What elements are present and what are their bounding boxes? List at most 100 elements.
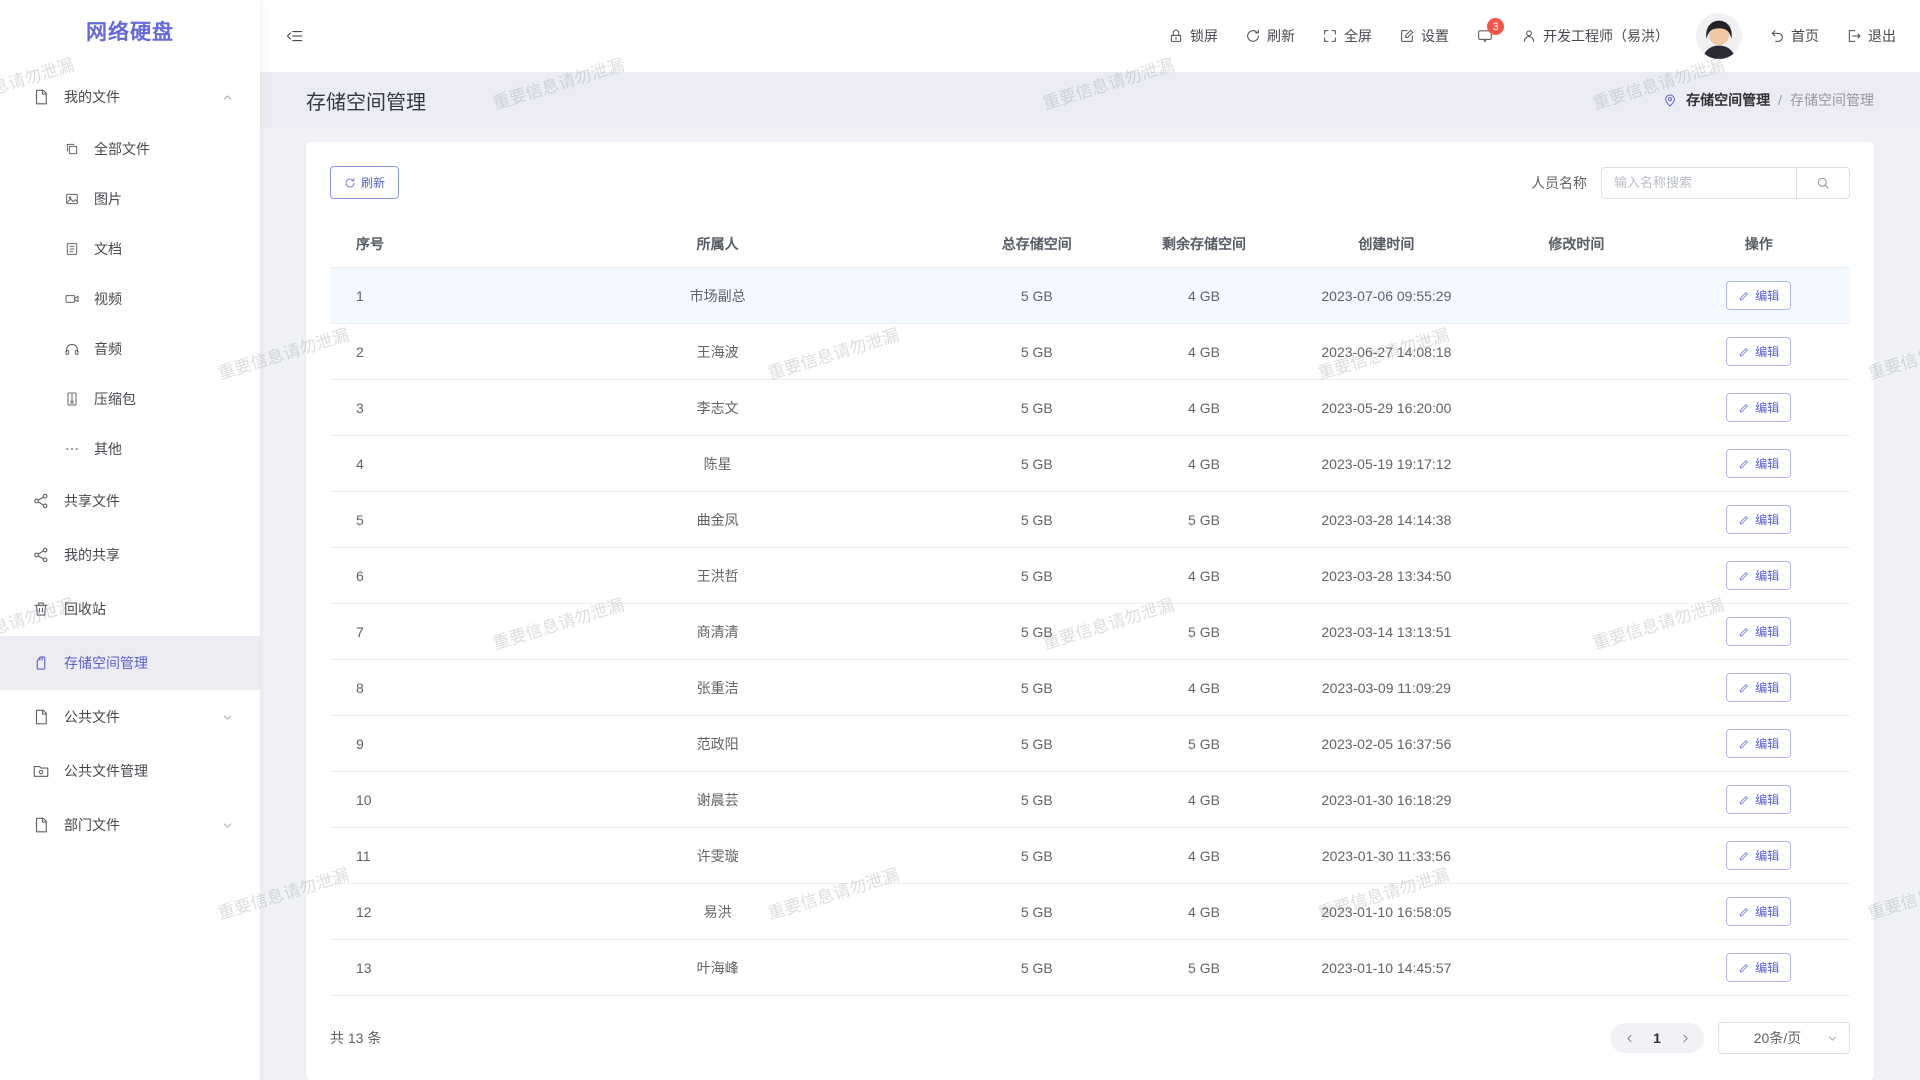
sidebar-item-public-files[interactable]: 公共文件: [0, 690, 260, 744]
refresh-button-topbar[interactable]: 刷新: [1245, 26, 1295, 46]
sidebar-item-my-shares[interactable]: 我的共享: [0, 528, 260, 582]
cell-total: 5 GB: [953, 660, 1120, 716]
cell-created: 2023-01-10 16:58:05: [1288, 884, 1486, 940]
fullscreen-button[interactable]: 全屏: [1322, 26, 1372, 46]
cell-remaining: 5 GB: [1120, 716, 1287, 772]
sidebar-item-dept-files[interactable]: 部门文件: [0, 798, 260, 852]
cell-modified: [1485, 268, 1667, 324]
cell-owner: 王海波: [482, 324, 953, 380]
sidebar-item-label: 共享文件: [64, 491, 120, 511]
sidebar-item-shared-files[interactable]: 共享文件: [0, 474, 260, 528]
sidebar-item-label: 回收站: [64, 599, 106, 619]
edit-button[interactable]: 编辑: [1726, 785, 1791, 814]
sidebar-collapse-button[interactable]: [286, 27, 304, 45]
refresh-table-button[interactable]: 刷新: [330, 166, 399, 199]
cell-created: 2023-02-05 16:37:56: [1288, 716, 1486, 772]
pencil-icon: [1738, 850, 1750, 862]
prev-page-button[interactable]: [1614, 1023, 1644, 1053]
lock-icon: [1168, 28, 1184, 44]
cell-modified: [1485, 604, 1667, 660]
edit-button[interactable]: 编辑: [1726, 337, 1791, 366]
main-area: 锁屏 刷新 全屏 设置 3: [260, 0, 1920, 1080]
edit-button[interactable]: 编辑: [1726, 841, 1791, 870]
pencil-icon: [1738, 682, 1750, 694]
cell-remaining: 5 GB: [1120, 604, 1287, 660]
table-row: 4 陈星 5 GB 4 GB 2023-05-19 19:17:12 编辑: [330, 436, 1850, 492]
next-page-button[interactable]: [1670, 1023, 1700, 1053]
sidebar: 网络硬盘 我的文件 全部文件 图片 文档 视频: [0, 0, 260, 1080]
cell-modified: [1485, 772, 1667, 828]
user-menu[interactable]: 开发工程师（易洪）: [1521, 26, 1669, 46]
cell-actions: 编辑: [1668, 492, 1850, 548]
avatar[interactable]: [1696, 13, 1742, 59]
notification-badge: 3: [1487, 18, 1504, 35]
pagination: 1 20条/页: [1610, 1022, 1850, 1054]
cell-created: 2023-05-29 16:20:00: [1288, 380, 1486, 436]
home-button[interactable]: 首页: [1769, 26, 1819, 46]
search-icon: [1815, 175, 1831, 191]
sidebar-item-videos[interactable]: 视频: [0, 274, 260, 324]
cell-modified: [1485, 660, 1667, 716]
content: 刷新 人员名称: [260, 128, 1920, 1080]
edit-button[interactable]: 编辑: [1726, 617, 1791, 646]
settings-button[interactable]: 设置: [1399, 26, 1449, 46]
sidebar-item-label: 我的文件: [64, 87, 120, 107]
cell-created: 2023-01-10 14:45:57: [1288, 940, 1486, 996]
cell-modified: [1485, 324, 1667, 380]
edit-label: 编辑: [1755, 511, 1779, 528]
sidebar-item-label: 公共文件: [64, 707, 120, 727]
cell-index: 11: [330, 828, 482, 884]
sidebar-item-others[interactable]: 其他: [0, 424, 260, 474]
sidebar-item-archives[interactable]: 压缩包: [0, 374, 260, 424]
logout-icon: [1846, 28, 1862, 44]
sidebar-item-label: 存储空间管理: [64, 653, 148, 673]
sidebar-item-all-files[interactable]: 全部文件: [0, 124, 260, 174]
cell-created: 2023-07-06 09:55:29: [1288, 268, 1486, 324]
cell-owner: 曲金凤: [482, 492, 953, 548]
trash-icon: [32, 600, 50, 618]
notifications-button[interactable]: 3: [1476, 27, 1494, 45]
edit-button[interactable]: 编辑: [1726, 281, 1791, 310]
sidebar-item-public-files-mgmt[interactable]: 公共文件管理: [0, 744, 260, 798]
current-page[interactable]: 1: [1644, 1030, 1670, 1046]
edit-button[interactable]: 编辑: [1726, 729, 1791, 758]
cell-index: 12: [330, 884, 482, 940]
page-size-select[interactable]: 20条/页: [1718, 1022, 1850, 1054]
cell-total: 5 GB: [953, 884, 1120, 940]
edit-button[interactable]: 编辑: [1726, 673, 1791, 702]
sidebar-item-docs[interactable]: 文档: [0, 224, 260, 274]
sidebar-item-storage-mgmt[interactable]: 存储空间管理: [0, 636, 260, 690]
search-input[interactable]: [1601, 167, 1796, 199]
cell-index: 13: [330, 940, 482, 996]
edit-button[interactable]: 编辑: [1726, 953, 1791, 982]
edit-button[interactable]: 编辑: [1726, 897, 1791, 926]
chevron-down-icon: [221, 711, 234, 724]
edit-square-icon: [1399, 28, 1415, 44]
sidebar-item-my-files[interactable]: 我的文件: [0, 70, 260, 124]
cell-modified: [1485, 380, 1667, 436]
sidebar-item-audio[interactable]: 音频: [0, 324, 260, 374]
edit-button[interactable]: 编辑: [1726, 505, 1791, 534]
cell-total: 5 GB: [953, 324, 1120, 380]
cell-total: 5 GB: [953, 828, 1120, 884]
edit-label: 编辑: [1755, 791, 1779, 808]
table-row: 7 商清清 5 GB 5 GB 2023-03-14 13:13:51 编辑: [330, 604, 1850, 660]
sidebar-item-images[interactable]: 图片: [0, 174, 260, 224]
avatar-image: [1696, 13, 1742, 59]
sidebar-item-recycle-bin[interactable]: 回收站: [0, 582, 260, 636]
back-home-icon: [1769, 28, 1785, 44]
breadcrumb-root[interactable]: 存储空间管理: [1686, 90, 1770, 110]
card-toolbar: 刷新 人员名称: [306, 166, 1874, 199]
cell-actions: 编辑: [1668, 940, 1850, 996]
search-button[interactable]: [1796, 167, 1850, 199]
edit-button[interactable]: 编辑: [1726, 393, 1791, 422]
lock-screen-button[interactable]: 锁屏: [1168, 26, 1218, 46]
logout-button[interactable]: 退出: [1846, 26, 1896, 46]
table-row: 13 叶海峰 5 GB 5 GB 2023-01-10 14:45:57 编辑: [330, 940, 1850, 996]
edit-button[interactable]: 编辑: [1726, 561, 1791, 590]
lock-screen-label: 锁屏: [1190, 26, 1218, 46]
edit-button[interactable]: 编辑: [1726, 449, 1791, 478]
cell-actions: 编辑: [1668, 772, 1850, 828]
file-icon: [32, 816, 50, 834]
topbar-actions: 锁屏 刷新 全屏 设置 3: [1168, 13, 1896, 59]
